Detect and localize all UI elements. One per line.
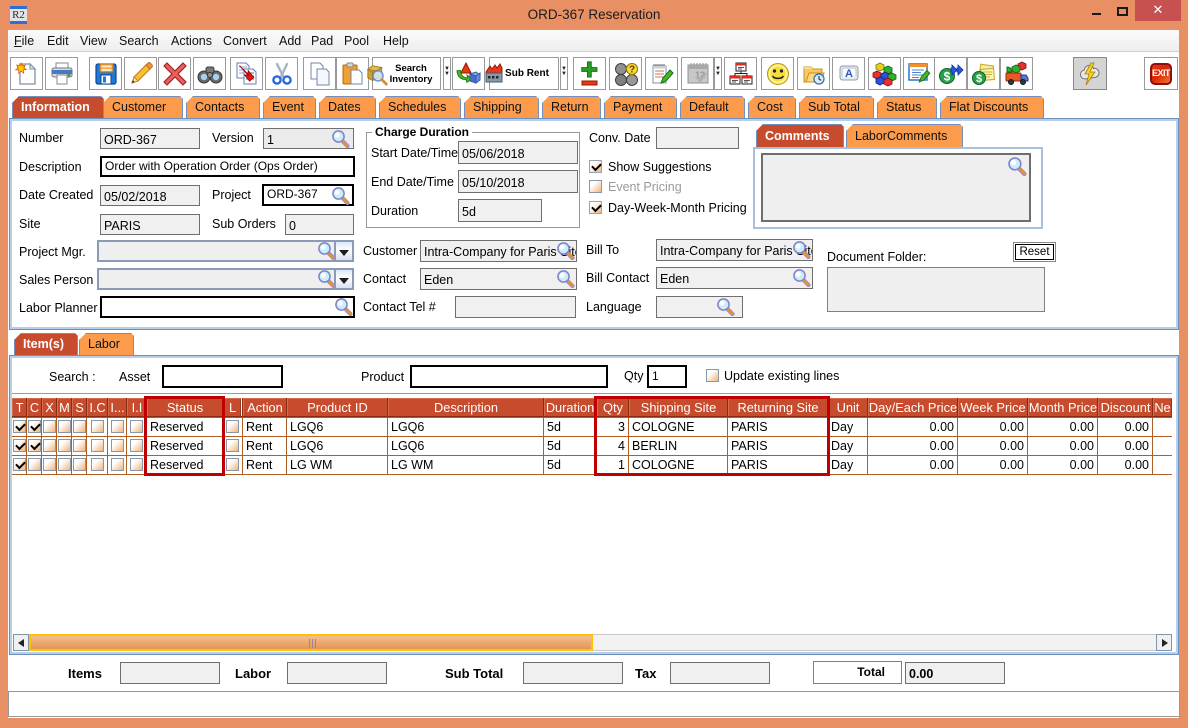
svg-text:?: ? xyxy=(628,64,634,75)
svg-text:A: A xyxy=(845,68,853,80)
svg-text:$: $ xyxy=(975,73,981,85)
svg-text:$: $ xyxy=(943,69,950,83)
